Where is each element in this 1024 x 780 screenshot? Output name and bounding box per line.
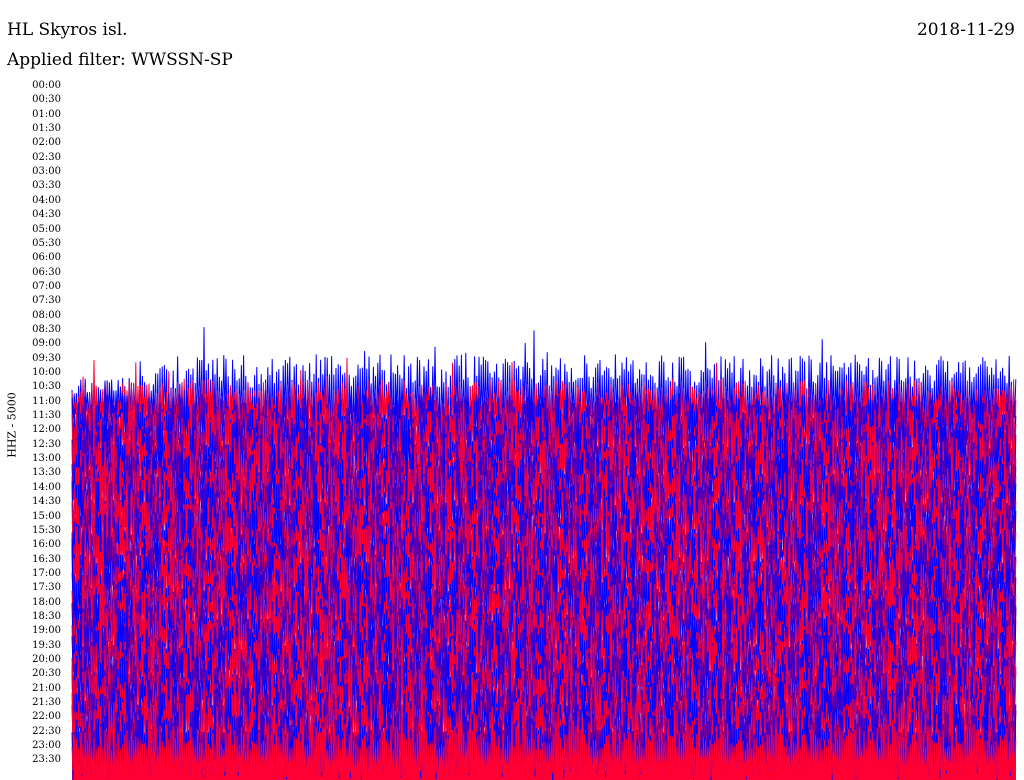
helicorder-plot (71, 327, 1017, 780)
